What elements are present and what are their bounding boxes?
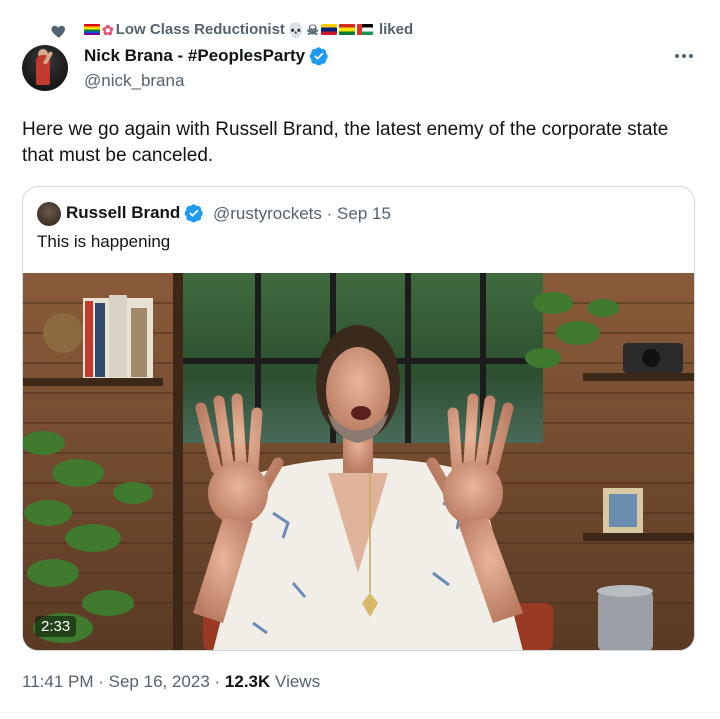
venezuela-flag-icon	[320, 24, 337, 35]
liker-name[interactable]: Low Class Reductionist	[116, 21, 285, 38]
video-frame	[23, 273, 694, 650]
video-duration: 2:33	[35, 616, 77, 637]
author-name[interactable]: Nick Brana - #PeoplesParty	[84, 46, 305, 66]
divider	[0, 712, 720, 713]
views-label: Views	[275, 672, 321, 691]
tweet-time[interactable]: 11:41 PM	[22, 672, 94, 691]
quoted-text: This is happening	[37, 232, 171, 251]
meta-separator: ·	[98, 672, 109, 691]
quoted-date[interactable]: Sep 15	[337, 204, 391, 223]
tweet-text: Here we go again with Russell Brand, the…	[22, 119, 669, 166]
quoted-author-handle[interactable]: @rustyrockets	[213, 204, 322, 223]
rainbow-flag-icon	[84, 24, 100, 35]
meta-separator: ·	[326, 204, 333, 223]
like-action-label: liked	[378, 21, 414, 38]
heart-icon	[51, 25, 66, 38]
palestine-flag-icon	[356, 24, 373, 35]
quoted-author-avatar[interactable]	[37, 202, 61, 226]
quoted-tweet[interactable]: Russell Brand @rustyrockets · Sep 15 Thi…	[22, 186, 695, 651]
flower-icon: ✿	[102, 21, 114, 38]
skull-icon: 💀	[286, 21, 305, 38]
verified-badge-icon	[184, 204, 204, 223]
quoted-author-name[interactable]: Russell Brand	[66, 203, 180, 223]
author-name-row[interactable]: Nick Brana - #PeoplesParty	[84, 46, 329, 66]
video-player[interactable]: 2:33	[23, 273, 694, 650]
bolivia-flag-icon	[338, 24, 355, 35]
quoted-meta: @rustyrockets · Sep 15	[213, 204, 391, 224]
quoted-author-name-row[interactable]: Russell Brand	[66, 203, 204, 223]
social-context[interactable]: ✿ Low Class Reductionist 💀 ☠ liked	[84, 21, 413, 38]
author-handle[interactable]: @nick_brana	[84, 71, 184, 91]
skull-crossbones-icon: ☠	[306, 21, 319, 38]
more-icon[interactable]	[672, 46, 696, 66]
tweet-footer: 11:41 PM · Sep 16, 2023 · 12.3K Views	[22, 672, 320, 692]
meta-separator: ·	[214, 672, 225, 691]
verified-badge-icon	[309, 47, 328, 66]
views-count: 12.3K	[224, 672, 271, 691]
tweet-date[interactable]: Sep 16, 2023	[109, 672, 210, 691]
author-avatar[interactable]	[22, 45, 68, 91]
